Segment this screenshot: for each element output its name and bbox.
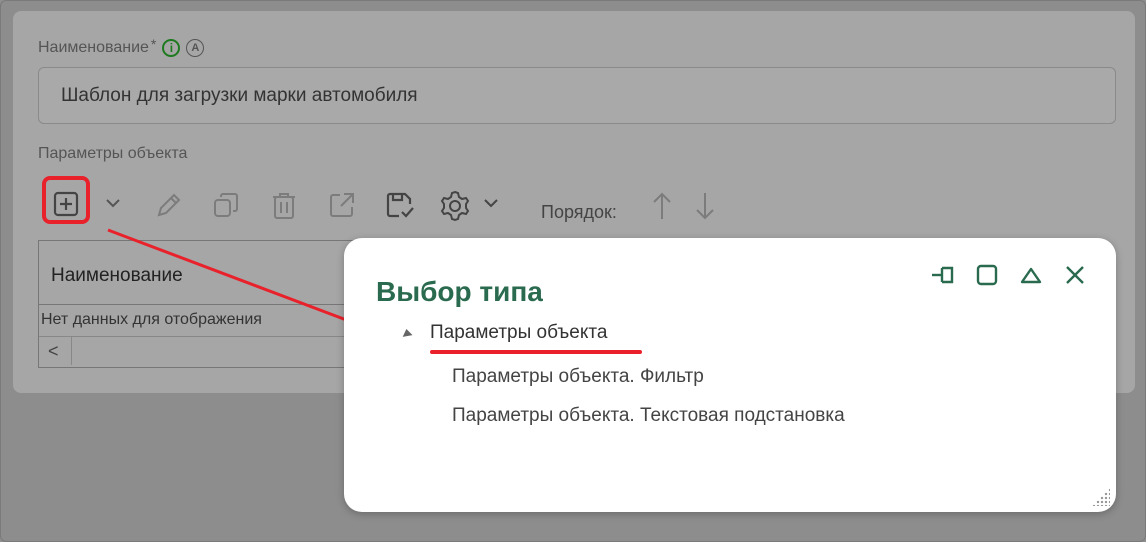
type-select-dialog: Выбор типа Параметры объекта Параметры о… (344, 238, 1116, 512)
params-toolbar: Порядок: (38, 176, 738, 227)
scroll-separator (71, 337, 72, 365)
grid-empty-text: Нет данных для отображения (39, 305, 367, 337)
object-params-label: Параметры объекта (38, 145, 188, 162)
scroll-left-icon[interactable]: < (48, 341, 59, 362)
tree-node-text-substitution[interactable]: Параметры объекта. Текстовая подстановка (452, 405, 845, 427)
dialog-controls (928, 260, 1090, 290)
grid-scrollbar[interactable]: < (39, 337, 367, 367)
maximize-icon[interactable] (972, 260, 1002, 290)
chevron-down-icon[interactable] (105, 197, 121, 209)
tree-node-root[interactable]: Параметры объекта (430, 322, 607, 344)
name-label-text: Наименование (38, 39, 149, 56)
close-icon[interactable] (1060, 260, 1090, 290)
collapse-icon[interactable] (1016, 260, 1046, 290)
add-button-highlight (42, 176, 90, 224)
name-input[interactable]: Шаблон для загрузки марки автомобиля (38, 67, 1116, 124)
external-link-icon[interactable] (328, 191, 356, 219)
dialog-title: Выбор типа (376, 276, 543, 307)
name-field-label: Наименование * i A (38, 36, 205, 57)
arrow-up-icon[interactable] (651, 191, 673, 221)
save-icon[interactable] (385, 191, 415, 219)
info-icon[interactable]: i (162, 39, 181, 57)
root-underline-annotation (430, 350, 642, 354)
pin-icon[interactable] (928, 260, 958, 290)
tree-node-filter[interactable]: Параметры объекта. Фильтр (452, 366, 704, 388)
arrow-down-icon[interactable] (694, 191, 716, 221)
grid-column-header[interactable]: Наименование (39, 241, 367, 305)
gear-icon[interactable] (438, 189, 472, 223)
copy-icon[interactable] (212, 191, 240, 219)
required-mark: * (150, 36, 157, 52)
params-grid: Наименование Нет данных для отображения … (38, 240, 368, 368)
tree-expand-icon[interactable] (401, 328, 413, 337)
pencil-icon[interactable] (155, 191, 183, 219)
trash-icon[interactable] (270, 191, 298, 221)
order-label: Порядок: (541, 202, 617, 222)
auto-translate-icon[interactable]: A (186, 39, 205, 57)
resize-grip-icon[interactable] (1092, 488, 1110, 506)
gear-chevron-down-icon[interactable] (483, 197, 499, 209)
